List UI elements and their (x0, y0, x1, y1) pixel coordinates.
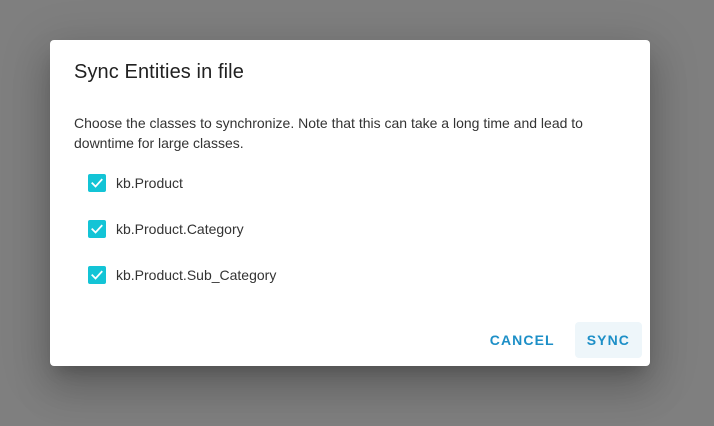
option-kb-product-sub-category[interactable]: kb.Product.Sub_Category (88, 263, 588, 287)
class-options-list: kb.Product kb.Product.Category kb.Produc… (88, 171, 588, 309)
sync-entities-dialog: Sync Entities in file Choose the classes… (50, 40, 650, 366)
check-icon (91, 270, 103, 280)
check-icon (91, 224, 103, 234)
option-label: kb.Product.Category (116, 221, 244, 237)
option-kb-product[interactable]: kb.Product (88, 171, 588, 195)
dialog-description: Choose the classes to synchronize. Note … (74, 115, 583, 151)
sync-button[interactable]: Sync (574, 322, 642, 358)
checkbox-checked[interactable] (88, 174, 106, 192)
option-kb-product-category[interactable]: kb.Product.Category (88, 217, 588, 241)
option-label: kb.Product (116, 175, 183, 191)
option-label: kb.Product.Sub_Category (116, 267, 277, 283)
dialog-actions: Cancel Sync (470, 322, 642, 358)
checkbox-checked[interactable] (88, 220, 106, 238)
checkbox-checked[interactable] (88, 266, 106, 284)
cancel-button[interactable]: Cancel (478, 322, 567, 358)
dialog-title: Sync Entities in file (74, 61, 244, 83)
check-icon (91, 178, 103, 188)
